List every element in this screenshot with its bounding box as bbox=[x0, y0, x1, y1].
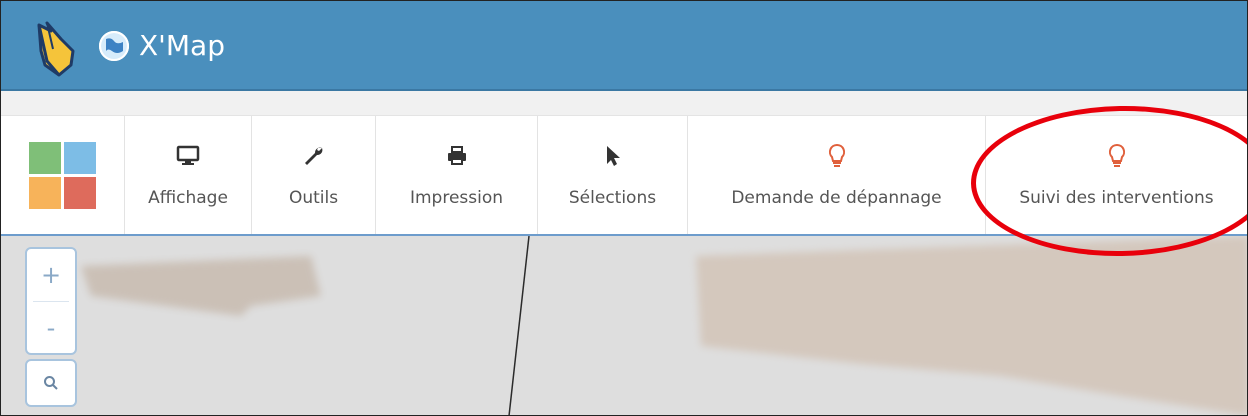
toolbar-outils-label: Outils bbox=[288, 188, 339, 208]
app-logo bbox=[37, 21, 75, 77]
printer-icon bbox=[445, 140, 469, 172]
zoom-in-button[interactable]: + bbox=[27, 249, 75, 301]
toolbar-selections-label: Sélections bbox=[568, 188, 657, 208]
toolbar-impression-label: Impression bbox=[409, 188, 504, 208]
zoom-control: + - bbox=[25, 247, 77, 355]
zoom-out-button[interactable]: - bbox=[27, 302, 75, 354]
app-window: X'Map Affichage Outils Impression Sélect… bbox=[0, 0, 1248, 416]
toolbar-affichage-label: Affichage bbox=[148, 188, 228, 208]
monitor-icon bbox=[176, 140, 200, 172]
toolbar-affichage-button[interactable]: Affichage bbox=[125, 116, 252, 234]
map-search-button[interactable] bbox=[25, 359, 77, 407]
map-canvas[interactable] bbox=[1, 236, 1247, 415]
cursor-icon bbox=[601, 140, 625, 172]
app-header: X'Map bbox=[1, 1, 1247, 91]
toolbar-outils-button[interactable]: Outils bbox=[252, 116, 376, 234]
globe-icon bbox=[99, 31, 129, 61]
toolbar-impression-button[interactable]: Impression bbox=[376, 116, 538, 234]
toolbar-selections-button[interactable]: Sélections bbox=[538, 116, 688, 234]
app-title: X'Map bbox=[139, 29, 225, 62]
apps-grid-icon bbox=[29, 141, 96, 209]
lightbulb-icon bbox=[827, 140, 847, 172]
toolbar-demande-depannage-button[interactable]: Demande de dépannage bbox=[688, 116, 986, 234]
toolbar-demande-depannage-label: Demande de dépannage bbox=[731, 188, 942, 208]
wrench-icon bbox=[302, 140, 326, 172]
app-title-group: X'Map bbox=[97, 29, 225, 63]
apps-grid-button[interactable] bbox=[1, 116, 125, 234]
search-icon bbox=[44, 376, 58, 390]
map-features bbox=[81, 236, 1247, 415]
